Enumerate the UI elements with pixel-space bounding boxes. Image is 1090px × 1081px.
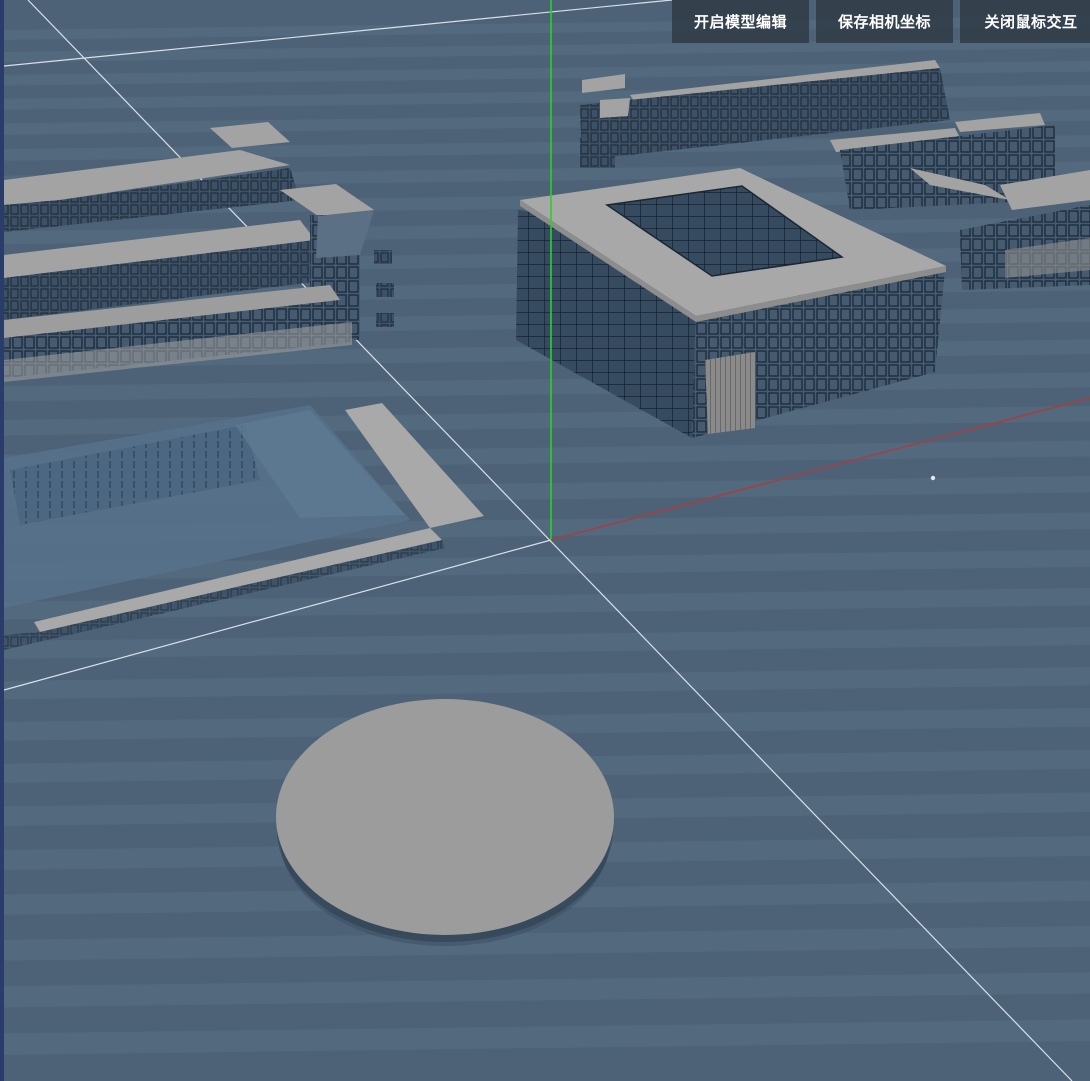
enable-model-edit-button[interactable]: 开启模型编辑 xyxy=(672,0,809,43)
disk-object[interactable] xyxy=(276,699,614,946)
left-edge-bar xyxy=(0,0,4,1081)
scene-canvas[interactable] xyxy=(0,0,1090,1081)
3d-viewport[interactable] xyxy=(0,0,1090,1081)
scene-marker xyxy=(930,475,936,481)
disable-mouse-interaction-button[interactable]: 关闭鼠标交互 xyxy=(960,0,1090,43)
toolbar: 开启模型编辑 保存相机坐标 关闭鼠标交互 xyxy=(672,0,1090,43)
save-camera-coordinates-button[interactable]: 保存相机坐标 xyxy=(816,0,953,43)
